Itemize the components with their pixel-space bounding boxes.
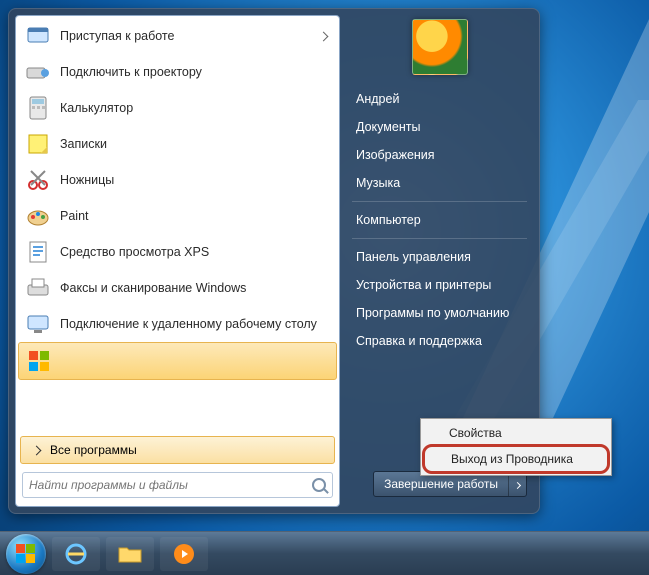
all-programs-button[interactable]: Все программы bbox=[20, 436, 335, 464]
remote-desktop-icon bbox=[24, 310, 52, 338]
program-item-win-squares[interactable] bbox=[18, 342, 337, 380]
sticky-notes-icon bbox=[24, 130, 52, 158]
taskbar-ie-button[interactable] bbox=[52, 537, 100, 571]
context-menu-item-0[interactable]: Свойства bbox=[423, 421, 609, 445]
taskbar-explorer-button[interactable] bbox=[106, 537, 154, 571]
start-button[interactable] bbox=[6, 534, 46, 574]
program-item-projector[interactable]: Подключить к проектору bbox=[18, 54, 337, 90]
program-item-label: Факсы и сканирование Windows bbox=[60, 281, 331, 296]
program-item-snipping[interactable]: Ножницы bbox=[18, 162, 337, 198]
chevron-right-icon bbox=[32, 445, 42, 455]
context-menu-item-1[interactable]: Выход из Проводника bbox=[422, 444, 610, 474]
program-item-remote-desktop[interactable]: Подключение к удаленному рабочему столу bbox=[18, 306, 337, 342]
xps-viewer-icon bbox=[24, 238, 52, 266]
folder-icon bbox=[118, 544, 142, 564]
right-pane-item-2[interactable]: Музыка bbox=[350, 169, 529, 197]
program-item-label: Подключение к удаленному рабочему столу bbox=[60, 317, 331, 332]
program-item-label: Калькулятор bbox=[60, 101, 331, 116]
right-pane-item-1[interactable]: Изображения bbox=[350, 141, 529, 169]
user-avatar-wrap bbox=[350, 19, 529, 75]
taskbar-media-player-button[interactable] bbox=[160, 537, 208, 571]
program-list: Приступая к работе Подключить к проектор… bbox=[16, 16, 339, 434]
program-item-label: Paint bbox=[60, 209, 331, 224]
program-item-label: Ножницы bbox=[60, 173, 331, 188]
snipping-icon bbox=[24, 166, 52, 194]
all-programs-label: Все программы bbox=[50, 443, 137, 457]
user-name-link[interactable]: Андрей bbox=[350, 85, 529, 113]
right-pane-item-0[interactable]: Компьютер bbox=[350, 206, 529, 234]
windows-logo-icon bbox=[16, 544, 36, 564]
right-pane-item-0[interactable]: Документы bbox=[350, 113, 529, 141]
separator bbox=[352, 201, 527, 202]
media-player-icon bbox=[172, 542, 196, 566]
program-item-sticky-notes[interactable]: Записки bbox=[18, 126, 337, 162]
right-pane-item-1[interactable]: Устройства и принтеры bbox=[350, 271, 529, 299]
right-pane-item-3[interactable]: Справка и поддержка bbox=[350, 327, 529, 355]
program-item-getting-started[interactable]: Приступая к работе bbox=[18, 18, 337, 54]
user-avatar[interactable] bbox=[412, 19, 468, 75]
program-item-label: Приступая к работе bbox=[60, 29, 320, 44]
projector-icon bbox=[24, 58, 52, 86]
program-item-paint[interactable]: Paint bbox=[18, 198, 337, 234]
calculator-icon bbox=[24, 94, 52, 122]
taskbar bbox=[0, 531, 649, 575]
program-item-label: Подключить к проектору bbox=[60, 65, 331, 80]
win-squares-icon bbox=[25, 347, 53, 375]
right-pane-item-2[interactable]: Программы по умолчанию bbox=[350, 299, 529, 327]
fax-scan-icon bbox=[24, 274, 52, 302]
chevron-right-icon bbox=[514, 482, 521, 489]
context-menu: СвойстваВыход из Проводника bbox=[420, 418, 612, 476]
search-box[interactable] bbox=[22, 472, 333, 498]
search-icon bbox=[312, 478, 326, 492]
program-item-calculator[interactable]: Калькулятор bbox=[18, 90, 337, 126]
chevron-right-icon bbox=[319, 31, 329, 41]
search-input[interactable] bbox=[29, 478, 312, 492]
program-item-label: Средство просмотра XPS bbox=[60, 245, 331, 260]
program-item-xps-viewer[interactable]: Средство просмотра XPS bbox=[18, 234, 337, 270]
separator bbox=[352, 238, 527, 239]
right-pane-item-0[interactable]: Панель управления bbox=[350, 243, 529, 271]
paint-icon bbox=[24, 202, 52, 230]
getting-started-icon bbox=[24, 22, 52, 50]
program-item-label: Записки bbox=[60, 137, 331, 152]
ie-icon bbox=[64, 542, 88, 566]
program-item-fax-scan[interactable]: Факсы и сканирование Windows bbox=[18, 270, 337, 306]
start-menu-left-pane: Приступая к работе Подключить к проектор… bbox=[15, 15, 340, 507]
